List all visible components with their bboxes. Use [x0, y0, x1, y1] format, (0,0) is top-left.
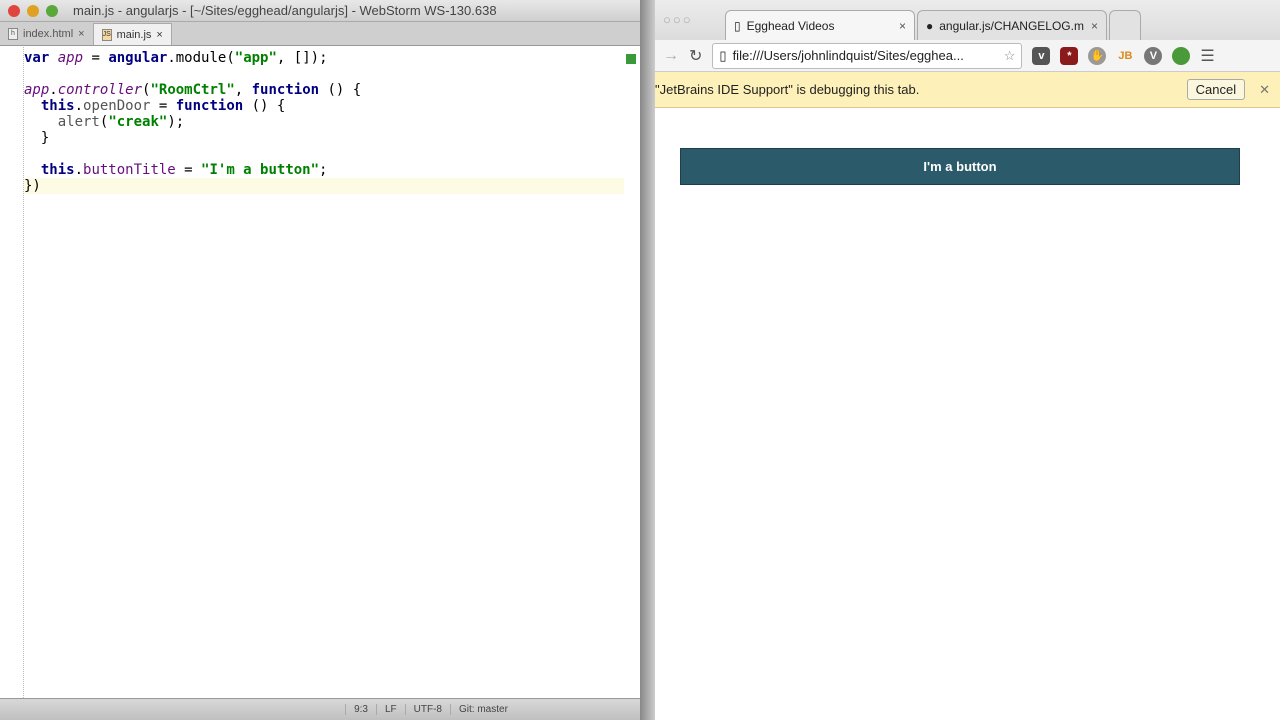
code-token: angular [108, 50, 168, 66]
code-token: } [24, 130, 50, 146]
code-token: function [251, 82, 320, 98]
code-line[interactable]: }) [24, 178, 624, 194]
debug-infobar: "JetBrains IDE Support" is debugging thi… [655, 72, 1280, 108]
pocket-extension-icon[interactable]: v [1032, 46, 1051, 65]
browser-tab-changelog[interactable]: ● angular.js/CHANGELOG.m × [917, 10, 1107, 40]
code-token: }) [24, 178, 41, 194]
code-line[interactable]: app.controller("RoomCtrl", function () { [24, 82, 624, 98]
close-tab-icon[interactable]: × [1091, 19, 1098, 33]
code-token: . [74, 162, 84, 178]
code-lines[interactable]: var app = angular.module("app", []); app.… [24, 50, 624, 194]
tab-label: main.js [116, 28, 152, 41]
editor-tabs: h index.html × JS main.js × [0, 22, 640, 46]
code-token: . [74, 98, 84, 114]
close-tab-icon[interactable]: × [899, 19, 906, 33]
code-line[interactable]: this.buttonTitle = "I'm a button"; [24, 162, 624, 178]
code-token: , [234, 82, 252, 98]
code-token: app [24, 82, 50, 98]
code-token: app [57, 50, 84, 66]
code-token: this [40, 98, 75, 114]
tab-label: Egghead Videos [746, 18, 835, 33]
code-token: buttonTitle [83, 162, 176, 178]
address-bar[interactable]: ▯ file:///Users/johnlindquist/Sites/egghe… [712, 42, 1023, 69]
no-errors-indicator [626, 54, 636, 64]
zoom-window-button[interactable] [46, 4, 58, 17]
page-icon: ▯ [734, 18, 741, 33]
editor-gutter [0, 47, 24, 698]
code-token: var [24, 50, 58, 66]
code-token: controller [57, 82, 143, 98]
github-icon: ● [926, 18, 934, 33]
reload-icon[interactable]: ↻ [689, 46, 702, 66]
code-token: "creak" [108, 114, 168, 130]
code-token: . [49, 82, 58, 98]
page-icon: ▯ [719, 47, 727, 63]
close-tab-icon[interactable]: × [78, 28, 84, 40]
close-tab-icon[interactable]: × [156, 29, 162, 41]
code-token: ); [167, 114, 185, 130]
js-file-icon: JS [101, 28, 112, 41]
forward-icon[interactable]: → [663, 47, 679, 65]
code-token: "RoomCtrl" [150, 82, 235, 98]
html-file-icon: h [8, 28, 18, 40]
asterisk-extension-icon[interactable]: * [1060, 46, 1079, 65]
code-line[interactable]: } [24, 130, 624, 146]
browser-tab-egghead[interactable]: ▯ Egghead Videos × [725, 10, 915, 40]
code-token: ; [319, 162, 328, 178]
code-token: openDoor [83, 98, 151, 114]
tab-label: index.html [23, 28, 74, 40]
ide-window: main.js - angularjs - [~/Sites/egghead/a… [0, 0, 640, 720]
code-token: function [175, 98, 244, 114]
code-token: = [150, 98, 176, 114]
code-token: = [83, 50, 109, 66]
url-text: file:///Users/johnlindquist/Sites/egghea… [732, 48, 964, 63]
code-line[interactable]: var app = angular.module("app", []); [24, 50, 624, 66]
status-bar: 9:3 LF UTF-8 Git: master [0, 698, 640, 720]
tab-main-js[interactable]: JS main.js × [92, 23, 172, 45]
window-title: main.js - angularjs - [~/Sites/egghead/a… [73, 3, 497, 18]
minimize-window-button[interactable] [27, 4, 39, 17]
code-token: .module( [167, 50, 235, 66]
tab-label: angular.js/CHANGELOG.m [939, 18, 1084, 33]
window-controls[interactable]: ○○○ [663, 12, 693, 27]
code-token: alert [57, 114, 100, 130]
line-ending[interactable]: LF [375, 704, 405, 715]
v-extension-icon[interactable]: V [1144, 46, 1163, 65]
infobar-message: "JetBrains IDE Support" is debugging thi… [655, 82, 920, 97]
browser-tab-strip: ○○○ ▯ Egghead Videos × ● angular.js/CHANGEL… [655, 0, 1280, 40]
tab-index-html[interactable]: h index.html × [0, 23, 93, 45]
ide-title-bar: main.js - angularjs - [~/Sites/egghead/a… [0, 0, 640, 22]
bookmark-star-icon[interactable]: ☆ [1004, 48, 1016, 64]
cursor-position[interactable]: 9:3 [345, 704, 376, 715]
code-token: () { [243, 98, 286, 114]
code-line[interactable] [24, 146, 624, 162]
browser-toolbar: → ↻ ▯ file:///Users/johnlindquist/Sites/e… [655, 40, 1280, 72]
code-token: "app" [234, 50, 277, 66]
hand-extension-icon[interactable]: ✋ [1088, 46, 1107, 65]
encoding[interactable]: UTF-8 [404, 704, 450, 715]
code-line[interactable]: this.openDoor = function () { [24, 98, 624, 114]
cancel-debug-button[interactable]: Cancel [1186, 79, 1246, 100]
menu-icon[interactable]: ☰ [1200, 46, 1214, 66]
vcs-branch[interactable]: Git: master [450, 704, 640, 715]
jetbrains-extension-icon[interactable]: JB [1116, 47, 1134, 65]
code-line[interactable]: alert("creak"); [24, 114, 624, 130]
code-editor[interactable]: var app = angular.module("app", []); app.… [0, 47, 640, 698]
window-shadow [640, 0, 655, 720]
code-line[interactable] [24, 66, 624, 82]
close-window-button[interactable] [8, 4, 20, 17]
code-token: , []); [276, 50, 328, 66]
new-tab-button[interactable] [1109, 10, 1141, 40]
evernote-extension-icon[interactable] [1172, 46, 1191, 65]
browser-window: ○○○ ▯ Egghead Videos × ● angular.js/CHANGEL… [655, 0, 1280, 720]
code-token: () { [319, 82, 362, 98]
page-button[interactable]: I'm a button [680, 148, 1240, 185]
code-token: this [40, 162, 75, 178]
code-token: "I'm a button" [201, 162, 320, 178]
code-token: = [175, 162, 202, 178]
close-infobar-icon[interactable]: ✕ [1259, 82, 1270, 98]
